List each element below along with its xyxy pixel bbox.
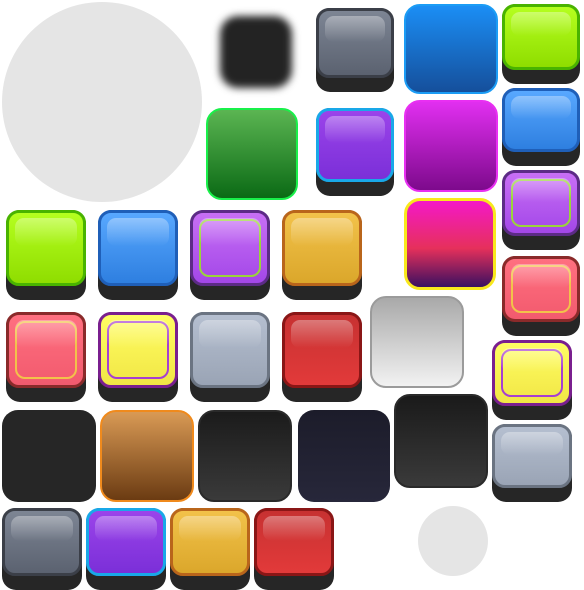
button-inner-ring (199, 219, 261, 277)
button-face (2, 508, 82, 576)
button-face (282, 312, 362, 388)
button-face (502, 88, 580, 152)
crimson-button[interactable] (282, 312, 362, 402)
blue-gradient-tile (404, 4, 498, 94)
button-inner-ring (511, 179, 571, 227)
button-face (492, 424, 572, 488)
blue-button[interactable] (502, 88, 580, 166)
bronze-gradient-tile (100, 410, 194, 502)
button-face (190, 312, 270, 388)
button-face (190, 210, 270, 286)
lime-button[interactable] (6, 210, 86, 300)
steel-button[interactable] (190, 312, 270, 402)
button-face (502, 4, 580, 70)
small-circle-shape (418, 506, 488, 576)
button-face (502, 170, 580, 236)
button-face (316, 108, 394, 182)
yellow-button[interactable] (98, 312, 178, 402)
lime-button[interactable] (502, 4, 580, 84)
orange-button[interactable] (170, 508, 250, 590)
orange-button[interactable] (282, 210, 362, 300)
button-inner-ring (501, 349, 563, 397)
charcoal-gradient-tile (198, 410, 292, 502)
button-face (492, 340, 572, 406)
button-face (98, 312, 178, 388)
purple-button[interactable] (86, 508, 166, 590)
button-inner-ring (15, 321, 77, 379)
blue-button[interactable] (98, 210, 178, 300)
navy-black-tile (298, 410, 390, 502)
button-inner-ring (107, 321, 169, 379)
magenta-gradient-tile (404, 100, 498, 192)
slate-button[interactable] (316, 8, 394, 92)
button-face (316, 8, 394, 78)
button-face (502, 256, 580, 322)
button-sprite-sheet (0, 0, 584, 590)
purple-button[interactable] (316, 108, 394, 196)
blurred-shadow-tile (220, 16, 292, 88)
button-face (254, 508, 334, 576)
black-tile (2, 410, 96, 502)
large-circle-shape (2, 2, 202, 202)
button-face (282, 210, 362, 286)
button-inner-ring (511, 265, 571, 313)
red-button[interactable] (502, 256, 580, 336)
crimson-button[interactable] (254, 508, 334, 590)
steel-button[interactable] (492, 424, 572, 502)
red-button[interactable] (6, 312, 86, 402)
button-face (6, 210, 86, 286)
button-face (98, 210, 178, 286)
button-face (170, 508, 250, 576)
button-face (6, 312, 86, 388)
yellow-button[interactable] (492, 340, 572, 420)
silver-gradient-tile (370, 296, 464, 388)
violet-button[interactable] (502, 170, 580, 250)
green-gradient-tile (206, 108, 298, 200)
slate-button[interactable] (2, 508, 82, 590)
dark-gradient-tile (394, 394, 488, 488)
violet-button[interactable] (190, 210, 270, 300)
button-face (86, 508, 166, 576)
sunset-gradient-tile (404, 198, 496, 290)
